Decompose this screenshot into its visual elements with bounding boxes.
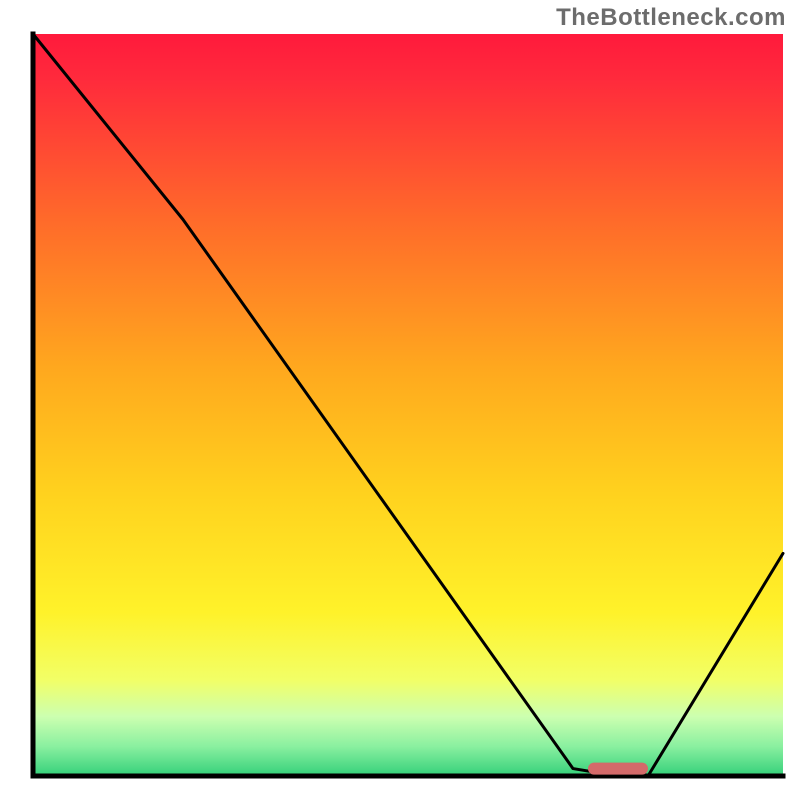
plot-background [33, 34, 783, 776]
range-marker [588, 763, 648, 775]
watermark-label: TheBottleneck.com [556, 4, 786, 32]
bottleneck-chart [0, 0, 800, 800]
chart-stage: TheBottleneck.com [0, 0, 800, 800]
